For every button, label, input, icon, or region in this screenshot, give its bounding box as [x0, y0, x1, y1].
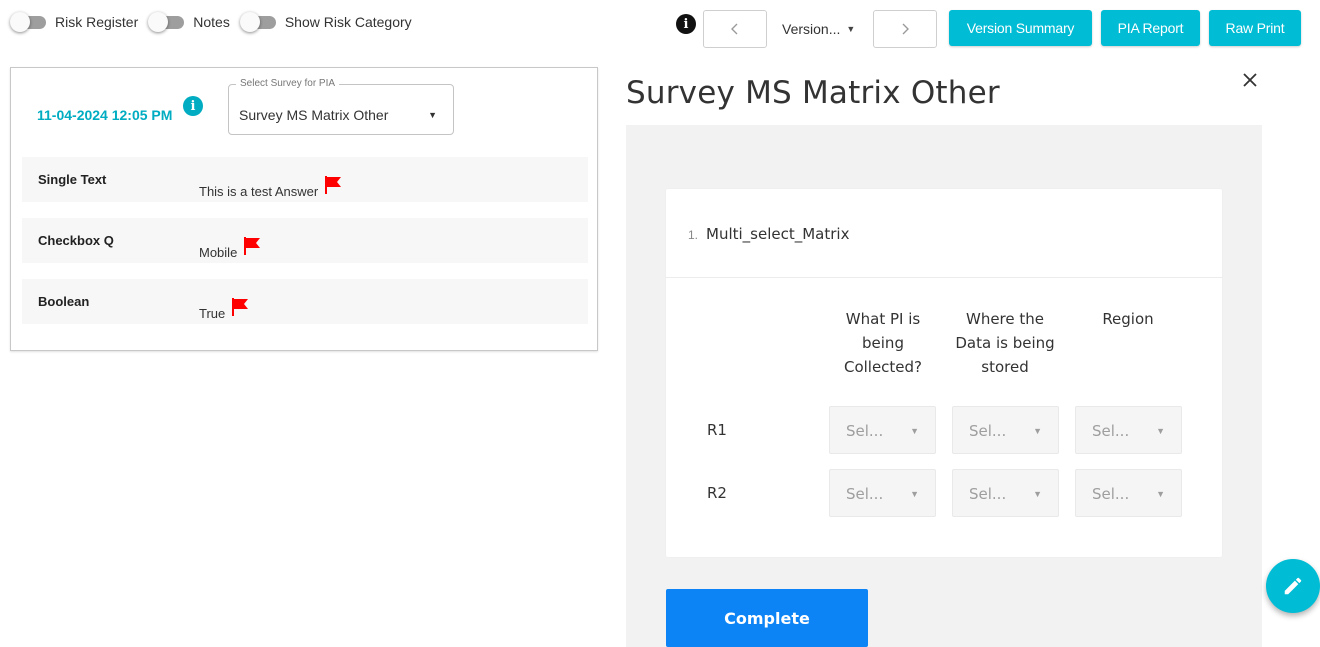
risk-register-toggle[interactable]: Risk Register [10, 11, 138, 33]
matrix-column-header: What PI is being Collected? [843, 310, 923, 376]
version-select[interactable]: Version... ▼ [782, 10, 855, 48]
question-number: 1. [688, 228, 699, 242]
answer-value: True [199, 298, 249, 321]
pencil-icon [1284, 577, 1302, 595]
matrix-cell-select[interactable]: Sel... ▼ [952, 469, 1059, 517]
close-icon [1243, 73, 1257, 87]
answer-row: Boolean True [22, 279, 588, 324]
complete-button[interactable]: Complete [666, 589, 868, 647]
caret-down-icon: ▼ [1156, 426, 1165, 436]
version-select-value: Version... [782, 21, 841, 37]
flag-icon[interactable] [243, 237, 261, 255]
answer-value: Mobile [199, 237, 261, 260]
flag-icon[interactable] [231, 298, 249, 316]
answer-text: True [199, 306, 226, 321]
raw-print-button[interactable]: Raw Print [1209, 10, 1301, 46]
next-version-button[interactable] [873, 10, 937, 48]
caret-down-icon: ▼ [1033, 426, 1042, 436]
survey-title: Survey MS Matrix Other [626, 75, 1000, 111]
question-header: 1. Multi_select_Matrix [666, 189, 1222, 278]
caret-down-icon: ▼ [910, 489, 919, 499]
survey-select-value: Survey MS Matrix Other [239, 107, 389, 123]
show-risk-category-toggle[interactable]: Show Risk Category [239, 11, 412, 33]
select-placeholder: Sel... [1092, 422, 1130, 440]
matrix-column-header: Region [1102, 310, 1154, 328]
select-placeholder: Sel... [846, 422, 884, 440]
survey-select-label: Select Survey for PIA [236, 78, 340, 89]
edit-fab-button[interactable] [1266, 559, 1320, 613]
question-label: Checkbox Q [38, 233, 114, 248]
info-icon[interactable]: i [183, 96, 203, 116]
matrix-row-label: R1 [707, 421, 727, 439]
select-placeholder: Sel... [969, 422, 1007, 440]
matrix-cell-select[interactable]: Sel... ▼ [829, 406, 936, 454]
matrix-cell-select[interactable]: Sel... ▼ [829, 469, 936, 517]
caret-down-icon: ▼ [910, 426, 919, 436]
caret-down-icon: ▼ [1156, 489, 1165, 499]
timestamp: 11-04-2024 12:05 PM [37, 107, 173, 123]
toggle-bar: Risk Register Notes Show Risk Category [10, 11, 422, 33]
toggle-label: Notes [193, 14, 230, 30]
notes-toggle[interactable]: Notes [148, 11, 230, 33]
survey-select[interactable]: Select Survey for PIA Survey MS Matrix O… [228, 78, 454, 135]
matrix-cell-select[interactable]: Sel... ▼ [1075, 469, 1182, 517]
select-placeholder: Sel... [846, 485, 884, 503]
answer-text: Mobile [199, 245, 238, 260]
select-placeholder: Sel... [1092, 485, 1130, 503]
caret-down-icon: ▼ [428, 110, 437, 120]
answer-value: This is a test Answer [199, 176, 342, 199]
switch[interactable] [148, 11, 185, 33]
caret-down-icon: ▼ [1033, 489, 1042, 499]
switch[interactable] [239, 11, 276, 33]
matrix-column-header: Where the Data is being stored [955, 310, 1055, 376]
question-card: 1. Multi_select_Matrix What PI is being … [666, 189, 1222, 557]
version-summary-button[interactable]: Version Summary [949, 10, 1092, 46]
chevron-left-icon [731, 23, 738, 35]
toggle-label: Show Risk Category [284, 14, 412, 30]
question-label: Boolean [38, 294, 90, 309]
info-icon[interactable]: i [676, 14, 696, 34]
caret-down-icon: ▼ [846, 24, 856, 34]
question-label: Single Text [38, 172, 107, 187]
answer-text: This is a test Answer [199, 184, 319, 199]
survey-answers-panel: 11-04-2024 12:05 PM i Select Survey for … [10, 67, 598, 351]
answer-row: Single Text This is a test Answer [22, 157, 588, 202]
question-title: Multi_select_Matrix [706, 225, 850, 243]
previous-version-button[interactable] [703, 10, 767, 48]
flag-icon[interactable] [324, 176, 342, 194]
pia-report-button[interactable]: PIA Report [1101, 10, 1200, 46]
chevron-right-icon [902, 23, 909, 35]
matrix-cell-select[interactable]: Sel... ▼ [1075, 406, 1182, 454]
switch[interactable] [10, 11, 46, 33]
select-placeholder: Sel... [969, 485, 1007, 503]
close-button[interactable] [1238, 68, 1262, 92]
toggle-label: Risk Register [55, 14, 139, 30]
survey-form-area: 1. Multi_select_Matrix What PI is being … [626, 125, 1262, 647]
matrix-row-label: R2 [707, 484, 727, 502]
answer-row: Checkbox Q Mobile [22, 218, 588, 263]
matrix-cell-select[interactable]: Sel... ▼ [952, 406, 1059, 454]
